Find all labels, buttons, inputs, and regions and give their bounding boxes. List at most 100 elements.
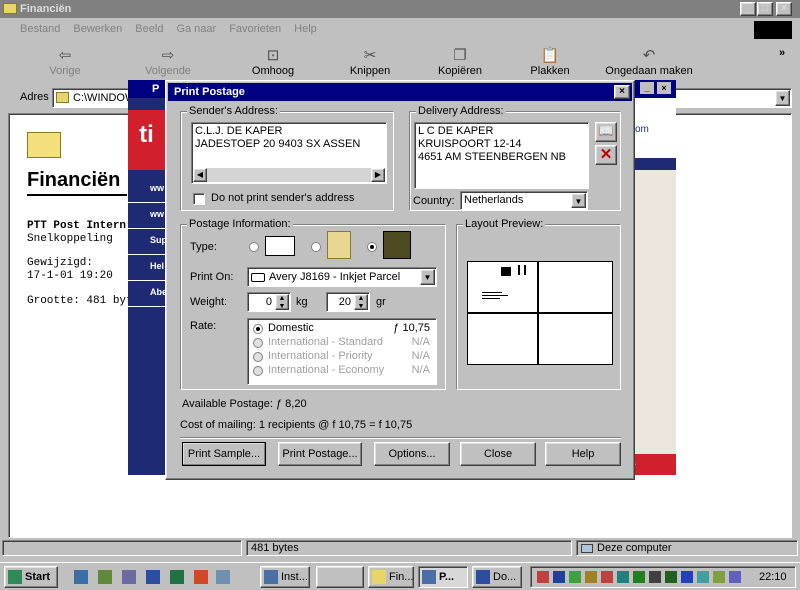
tray-icon[interactable]: [569, 571, 581, 583]
menu-favorieten[interactable]: Favorieten: [229, 23, 281, 35]
task-button[interactable]: Fin...: [368, 566, 414, 588]
tray-icon[interactable]: [729, 571, 741, 583]
rate-domestic-radio[interactable]: [253, 324, 263, 334]
website-close-button[interactable]: ×: [657, 82, 671, 94]
dialog-divider: [180, 437, 621, 439]
windows-flag-icon: [8, 570, 22, 584]
undo-icon: ↶: [642, 47, 656, 64]
sender-scrollbar[interactable]: ◀ ▶: [193, 168, 385, 182]
status-zone: Deze computer: [576, 540, 798, 556]
quick-launch-icon[interactable]: [122, 570, 136, 584]
delivery-address-field[interactable]: L C DE KAPER KRUISPOORT 12-14 4651 AM ST…: [414, 122, 589, 189]
quick-launch-icon[interactable]: [74, 570, 88, 584]
stamp-icon: [501, 267, 511, 276]
tray-icon[interactable]: [681, 571, 693, 583]
sender-address-field[interactable]: C.L.J. DE KAPER JADESTOEP 20 9403 SX ASS…: [191, 122, 387, 184]
menu-help[interactable]: Help: [294, 23, 317, 35]
undo-button[interactable]: ↶ Ongedaan maken: [603, 47, 695, 77]
tray-icon[interactable]: [649, 571, 661, 583]
menu-bewerken[interactable]: Bewerken: [73, 23, 122, 35]
tray-icon[interactable]: [665, 571, 677, 583]
menu-ga-naar[interactable]: Ga naar: [176, 23, 216, 35]
weight-gr-spinner[interactable]: ▲ ▼: [354, 294, 368, 310]
website-nav-item[interactable]: ww: [128, 177, 165, 203]
options-button[interactable]: Options...: [374, 442, 450, 466]
clock[interactable]: 22:10: [759, 571, 787, 583]
page-title: Financiën: [27, 169, 121, 191]
tray-icon[interactable]: [697, 571, 709, 583]
toolbar-more-chevron[interactable]: »: [779, 47, 785, 59]
tray-icon[interactable]: [633, 571, 645, 583]
print-on-select[interactable]: Avery J8169 - Inkjet Parcel ▼: [247, 267, 437, 287]
address-dropdown-button[interactable]: ▼: [775, 90, 790, 106]
rate-name: International - Priority: [268, 350, 373, 362]
print-postage-button[interactable]: Print Postage...: [278, 442, 362, 466]
weight-gr-value: 20: [338, 296, 351, 308]
postage-info-label: Postage Information:: [187, 218, 293, 230]
tray-icon[interactable]: [537, 571, 549, 583]
dialog-close-button[interactable]: ×: [614, 85, 630, 99]
dialog-title-bar[interactable]: Print Postage ×: [168, 83, 632, 101]
close-dialog-button[interactable]: Close: [460, 442, 536, 466]
country-select[interactable]: Netherlands ▼: [460, 191, 588, 210]
no-print-sender-checkbox[interactable]: [193, 193, 205, 205]
rate-int-priority-radio[interactable]: [253, 352, 263, 362]
tray-icon[interactable]: [553, 571, 565, 583]
website-nav-item[interactable]: Sup: [128, 229, 167, 255]
weight-gr-input[interactable]: 20 ▲ ▼: [326, 292, 370, 312]
scroll-left-button[interactable]: ◀: [193, 168, 207, 182]
forward-button[interactable]: ⇨ Volgende: [128, 47, 208, 77]
weight-kg-spinner[interactable]: ▲ ▼: [275, 294, 289, 310]
rate-int-standard-radio[interactable]: [253, 338, 263, 348]
website-nav-item[interactable]: Abe: [128, 281, 167, 307]
weight-kg-input[interactable]: 0 ▲ ▼: [247, 292, 291, 312]
task-button[interactable]: Inst...: [260, 566, 310, 588]
type-envelope-radio[interactable]: [249, 242, 259, 252]
maximize-button[interactable]: □: [757, 2, 773, 16]
print-on-dropdown-button[interactable]: ▼: [420, 269, 435, 285]
country-label: Country:: [413, 195, 455, 207]
minimize-button[interactable]: _: [740, 2, 756, 16]
website-nav-item[interactable]: ww: [128, 203, 165, 229]
tray-icon[interactable]: [585, 571, 597, 583]
preview-address-line: [482, 295, 508, 296]
address-book-button[interactable]: 📖: [595, 122, 617, 142]
rate-value: N/A: [411, 350, 430, 362]
tray-icon[interactable]: [617, 571, 629, 583]
excel-icon[interactable]: [170, 570, 184, 584]
task-button[interactable]: [316, 566, 364, 588]
website-minimize-button[interactable]: _: [640, 82, 654, 94]
help-button[interactable]: Help: [545, 442, 621, 466]
type-label: Type:: [190, 241, 217, 253]
country-dropdown-button[interactable]: ▼: [571, 193, 586, 208]
rate-int-economy-radio[interactable]: [253, 366, 263, 376]
menu-bestand[interactable]: Bestand: [20, 23, 60, 35]
type-parcel-radio[interactable]: [367, 242, 377, 252]
task-icon: [264, 570, 278, 584]
quick-launch-icon[interactable]: [98, 570, 112, 584]
cut-button[interactable]: ✂ Knippen: [330, 47, 410, 77]
status-size: 481 bytes: [246, 540, 572, 556]
window-title-bar[interactable]: Financiën _ □ ×: [0, 0, 800, 18]
tray-icon[interactable]: [713, 571, 725, 583]
copy-button[interactable]: ❐ Kopiëren: [420, 47, 500, 77]
back-button[interactable]: ⇦ Vorige: [25, 47, 105, 77]
quick-launch-icon[interactable]: [216, 570, 230, 584]
close-button[interactable]: ×: [776, 2, 792, 16]
type-package-radio[interactable]: [311, 242, 321, 252]
powerpoint-icon[interactable]: [194, 570, 208, 584]
available-postage-value: ƒ 8,20: [276, 398, 307, 410]
task-button-active[interactable]: P...: [418, 566, 468, 588]
start-button[interactable]: Start: [4, 566, 58, 588]
word-icon[interactable]: [146, 570, 160, 584]
up-button[interactable]: ⊡ Omhoog: [233, 47, 313, 77]
print-sample-button[interactable]: Print Sample...: [182, 442, 266, 466]
paste-button[interactable]: 📋 Plakken: [510, 47, 590, 77]
scroll-right-button[interactable]: ▶: [371, 168, 385, 182]
task-button[interactable]: Do...: [472, 566, 522, 588]
available-postage-label: Available Postage:: [182, 398, 273, 410]
tray-icon[interactable]: [601, 571, 613, 583]
menu-beeld[interactable]: Beeld: [135, 23, 163, 35]
clear-address-button[interactable]: ✕: [595, 145, 617, 165]
website-nav-item[interactable]: Hel: [128, 255, 165, 281]
